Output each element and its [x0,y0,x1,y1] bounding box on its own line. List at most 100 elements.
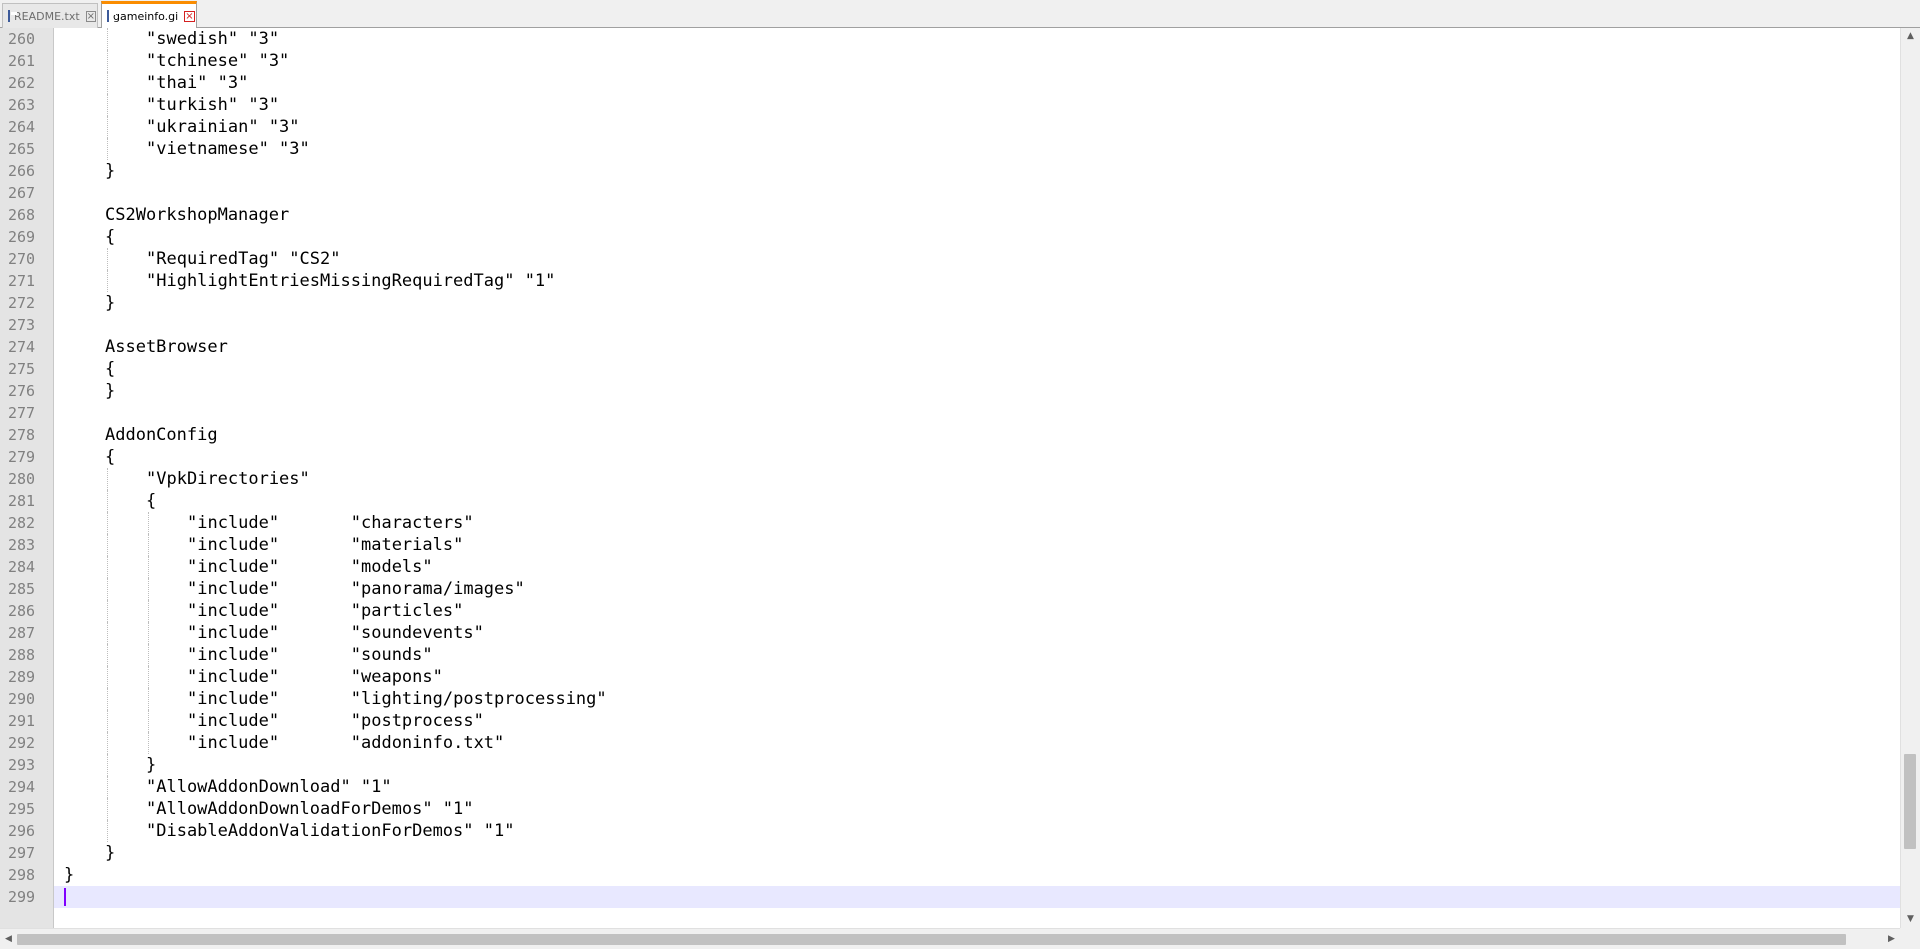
code-line[interactable]: 264 "ukrainian" "3" [0,116,1900,138]
code-text: "include" "panorama/images" [187,579,525,599]
line-number: 293 [0,754,54,776]
code-line[interactable]: 294 "AllowAddonDownload" "1" [0,776,1900,798]
code-line[interactable]: 268 CS2WorkshopManager [0,204,1900,226]
code-text: "AllowAddonDownload" "1" [146,777,392,797]
code-line[interactable]: 280 "VpkDirectories" [0,468,1900,490]
code-line[interactable]: 299 [0,886,1900,908]
arrow-right-icon[interactable]: ▶ [1883,929,1900,949]
arrow-up-icon[interactable]: ▲ [1901,28,1920,45]
line-number: 278 [0,424,54,446]
code-line[interactable]: 277 [0,402,1900,424]
code-line[interactable]: 283 "include" "materials" [0,534,1900,556]
tab-readme[interactable]: README.txt × [2,3,98,28]
code-line[interactable]: 291 "include" "postprocess" [0,710,1900,732]
indent-guide [148,556,149,578]
code-text: "include" "addoninfo.txt" [187,733,505,753]
indent-guide [148,732,149,754]
code-text: AssetBrowser [105,337,228,357]
vertical-scroll-thumb[interactable] [1904,754,1916,849]
code-line[interactable]: 265 "vietnamese" "3" [0,138,1900,160]
code-line[interactable]: 286 "include" "particles" [0,600,1900,622]
code-text: "DisableAddonValidationForDemos" "1" [146,821,515,841]
indent-guide [148,600,149,622]
arrow-down-icon[interactable]: ▼ [1901,911,1920,928]
code-line[interactable]: 293} [0,754,1900,776]
file-icon [8,10,17,22]
horizontal-scroll-thumb[interactable] [17,934,1846,945]
code-line[interactable]: 295 "AllowAddonDownloadForDemos" "1" [0,798,1900,820]
file-icon [107,10,116,22]
code-line[interactable]: 269 { [0,226,1900,248]
code-line[interactable]: 281 { [0,490,1900,512]
code-line[interactable]: 279 { [0,446,1900,468]
code-line[interactable]: 285 "include" "panorama/images" [0,578,1900,600]
code-line[interactable]: 275 { [0,358,1900,380]
line-number: 271 [0,270,54,292]
code-text: { [146,491,157,511]
code-line[interactable]: 282 "include" "characters" [0,512,1900,534]
line-number: 260 [0,28,54,50]
close-icon[interactable]: × [184,10,195,22]
horizontal-scrollbar[interactable]: ◀ ▶ [0,928,1900,949]
text-caret [64,888,66,906]
line-number: 267 [0,182,54,204]
arrow-left-icon[interactable]: ◀ [0,929,17,949]
code-line[interactable]: 292 "include" "addoninfo.txt" [0,732,1900,754]
code-text: "include" "weapons" [187,667,443,687]
code-text: "include" "lighting/postprocessing" [187,689,607,709]
indent-guide [107,776,108,798]
code-line[interactable]: 278 AddonConfig [0,424,1900,446]
indent-guide [107,820,108,842]
code-line[interactable]: 290 "include" "lighting/postprocessing" [0,688,1900,710]
code-line[interactable]: 296 "DisableAddonValidationForDemos" "1" [0,820,1900,842]
code-line[interactable]: 288 "include" "sounds" [0,644,1900,666]
indent-guide [107,622,108,644]
code-line[interactable]: 298} [0,864,1900,886]
code-text: "AllowAddonDownloadForDemos" "1" [146,799,474,819]
code-text: "swedish" "3" [146,29,280,49]
code-line[interactable]: 287 "include" "soundevents" [0,622,1900,644]
code-line[interactable]: 271 "HighlightEntriesMissingRequiredTag" … [0,270,1900,292]
line-number: 270 [0,248,54,270]
indent-guide [148,578,149,600]
code-line[interactable]: 260 "swedish" "3" [0,28,1900,50]
code-line[interactable]: 263 "turkish" "3" [0,94,1900,116]
line-number: 298 [0,864,54,886]
code-text: "include" "models" [187,557,433,577]
code-line[interactable]: 262 "thai" "3" [0,72,1900,94]
code-line[interactable]: 289 "include" "weapons" [0,666,1900,688]
line-number: 274 [0,336,54,358]
line-number: 263 [0,94,54,116]
code-line[interactable]: 261 "tchinese" "3" [0,50,1900,72]
indent-guide [107,644,108,666]
code-line[interactable]: 276} [0,380,1900,402]
indent-guide [107,468,108,490]
line-number: 281 [0,490,54,512]
code-editor[interactable]: 260 "swedish" "3" 261 "tchinese" "3" 262 "tha… [0,28,1900,928]
vertical-scrollbar[interactable]: ▲ ▼ [1900,28,1920,928]
line-number: 268 [0,204,54,226]
code-line[interactable]: 284 "include" "models" [0,556,1900,578]
indent-guide [107,270,108,292]
code-line[interactable]: 273 [0,314,1900,336]
code-line[interactable]: 266} [0,160,1900,182]
code-text: { [105,447,116,467]
code-text: "thai" "3" [146,73,249,93]
code-line[interactable]: 274 AssetBrowser [0,336,1900,358]
code-text: "include" "soundevents" [187,623,484,643]
code-text: "include" "characters" [187,513,474,533]
code-line[interactable]: 272} [0,292,1900,314]
indent-guide [107,534,108,556]
code-text: "include" "materials" [187,535,464,555]
code-text: } [105,293,116,313]
tab-gameinfo[interactable]: gameinfo.gi × [101,1,197,28]
indent-guide [107,490,108,512]
close-icon[interactable]: × [85,10,97,22]
code-text: } [64,865,75,885]
code-line[interactable]: 297} [0,842,1900,864]
line-number: 291 [0,710,54,732]
line-number: 289 [0,666,54,688]
code-line[interactable]: 270 "RequiredTag" "CS2" [0,248,1900,270]
line-number: 282 [0,512,54,534]
code-line[interactable]: 267 [0,182,1900,204]
